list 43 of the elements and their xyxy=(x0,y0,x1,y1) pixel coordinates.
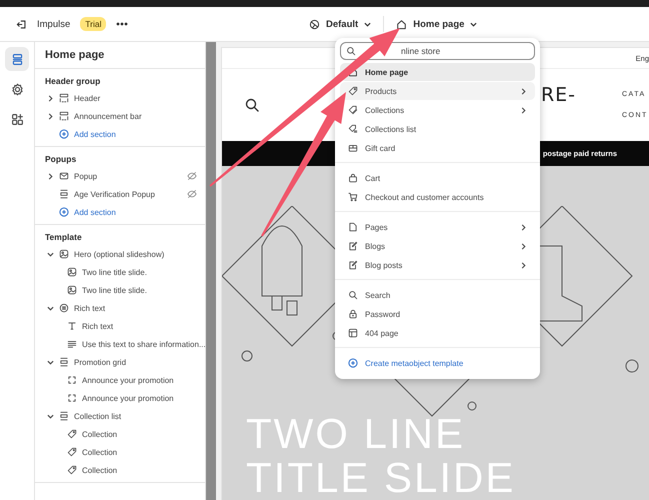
block-item[interactable]: Announce your promotion xyxy=(35,371,205,389)
block-item[interactable]: Two line title slide. xyxy=(35,263,205,281)
section-item[interactable]: Popup xyxy=(35,167,205,185)
menu-item[interactable]: Cart xyxy=(340,169,535,187)
page-selector[interactable]: Home page xyxy=(392,16,482,32)
group-title: Popups xyxy=(44,153,78,166)
add-section-link[interactable]: Add section xyxy=(35,125,205,143)
theme-selector[interactable]: Default xyxy=(305,16,376,32)
theme-name: Impulse xyxy=(37,18,70,30)
menu-item[interactable]: Pages xyxy=(340,218,535,236)
block-item[interactable]: Rich text xyxy=(35,317,205,335)
section-item[interactable]: Collection list xyxy=(35,407,205,425)
menu-item[interactable]: Password xyxy=(340,305,535,323)
section-item[interactable]: Hero (optional slideshow) xyxy=(35,245,205,263)
trial-badge: Trial xyxy=(80,17,106,31)
menu-item[interactable]: Blog posts xyxy=(340,256,535,274)
block-item[interactable]: Use this text to share information... xyxy=(35,335,205,353)
section-item[interactable]: Rich text xyxy=(35,299,205,317)
group-title: Header group xyxy=(44,75,102,88)
menu-item[interactable]: Checkout and customer accounts xyxy=(340,188,535,206)
block-item[interactable]: Two line title slide. xyxy=(35,281,205,299)
group-title: Template xyxy=(44,231,83,244)
menu-item[interactable]: Gift card xyxy=(340,139,535,157)
menu-item[interactable]: 404 page xyxy=(340,324,535,342)
menu-item[interactable]: Search xyxy=(340,286,535,304)
block-item[interactable]: Announce your promotion xyxy=(35,389,205,407)
add-section-link[interactable]: Add section xyxy=(35,203,205,221)
section-item[interactable]: Announcement bar xyxy=(35,107,205,125)
section-item[interactable]: Header xyxy=(35,89,205,107)
menu-item[interactable]: Collections xyxy=(340,101,535,119)
menu-item[interactable]: Blogs xyxy=(340,237,535,255)
menu-item[interactable]: Collections list xyxy=(340,120,535,138)
create-metaobject-link[interactable]: Create metaobject template xyxy=(340,354,535,372)
block-item[interactable]: Collection xyxy=(35,443,205,461)
search-field[interactable]: nline store xyxy=(340,42,535,60)
menu-item[interactable]: Home page xyxy=(340,63,535,81)
store-logo-text: RE- xyxy=(540,84,576,106)
section-item[interactable]: Promotion grid xyxy=(35,353,205,371)
menu-item[interactable]: Products xyxy=(340,82,535,100)
section-item[interactable]: Age Verification Popup xyxy=(35,185,205,203)
sidebar-title: Home page xyxy=(35,42,205,69)
block-item[interactable]: Collection xyxy=(35,461,205,479)
block-item[interactable]: Collection xyxy=(35,425,205,443)
